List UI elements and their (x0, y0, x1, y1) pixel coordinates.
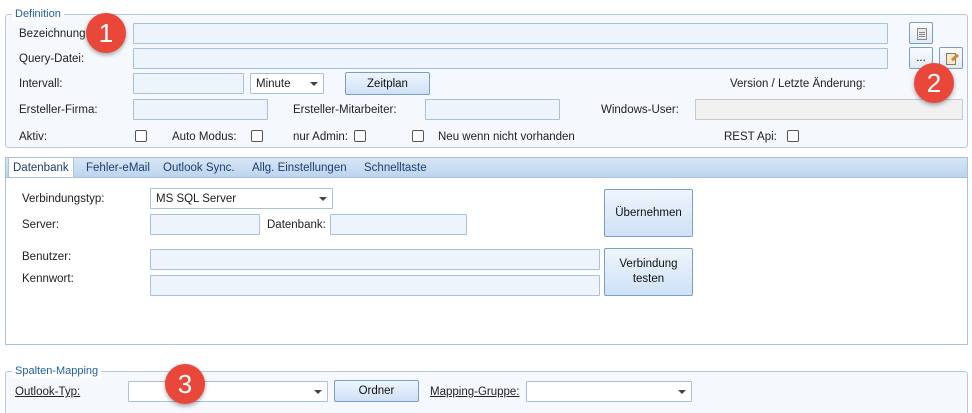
chevron-down-icon (310, 82, 318, 86)
zeitplan-button[interactable]: Zeitplan (345, 72, 430, 95)
benutzer-field[interactable] (150, 249, 600, 270)
windows-user-input (696, 100, 962, 119)
chevron-down-icon (319, 197, 327, 201)
tab-datenbank[interactable]: Datenbank (8, 157, 74, 179)
tab-strip: Datenbank Fehler-eMail Outlook Sync. All… (5, 157, 968, 179)
callout-badge-2: 2 (914, 63, 954, 103)
verbindung-testen-label: Verbindung testen (619, 258, 678, 285)
verbindungstyp-select[interactable]: MS SQL Server (150, 188, 333, 209)
verbindungstyp-label: Verbindungstyp: (22, 193, 105, 205)
aktiv-checkbox[interactable] (135, 130, 147, 142)
ersteller-mitarbeiter-field[interactable] (425, 99, 560, 120)
ersteller-mitarbeiter-input[interactable] (426, 100, 559, 119)
edit-document-icon (946, 53, 956, 65)
datenbank-input[interactable] (331, 215, 466, 234)
intervall-input[interactable] (134, 74, 243, 93)
tab-outlook-sync[interactable]: Outlook Sync. (159, 158, 239, 179)
spalten-mapping-group-title: Spalten-Mapping (12, 364, 102, 378)
aktiv-label: Aktiv: (19, 131, 48, 143)
kennwort-input[interactable] (151, 276, 599, 295)
nur-admin-label: nur Admin: (293, 131, 348, 143)
tab-schnelltaste[interactable]: Schnelltaste (360, 158, 431, 179)
datenbank-field[interactable] (330, 214, 467, 235)
outlook-typ-select[interactable] (128, 381, 328, 402)
auto-modus-label: Auto Modus: (172, 131, 237, 143)
server-field[interactable] (150, 214, 260, 235)
tab-allg-einstellungen[interactable]: Allg. Einstellungen (248, 158, 351, 179)
kennwort-field[interactable] (150, 275, 600, 296)
chevron-down-icon (678, 390, 686, 394)
rest-api-label: REST Api: (724, 131, 777, 143)
document-icon (917, 28, 927, 40)
nur-admin-checkbox[interactable] (354, 130, 366, 142)
outlook-typ-label: Outlook-Typ: (15, 386, 81, 398)
neu-wenn-nicht-vorhanden-checkbox[interactable] (412, 130, 424, 142)
callout-badge-3: 3 (165, 364, 205, 404)
ersteller-firma-field[interactable] (133, 99, 268, 120)
rest-api-checkbox[interactable] (787, 130, 799, 142)
bezeichnung-input[interactable] (134, 24, 887, 43)
benutzer-label: Benutzer: (22, 251, 72, 263)
benutzer-input[interactable] (151, 250, 599, 269)
ersteller-firma-input[interactable] (134, 100, 267, 119)
ersteller-firma-label: Ersteller-Firma: (19, 104, 98, 116)
intervall-label: Intervall: (19, 78, 63, 90)
datenbank-label: Datenbank: (267, 219, 326, 231)
intervall-field[interactable] (133, 73, 244, 94)
verbindungstyp-value: MS SQL Server (156, 193, 237, 205)
definition-group-title: Definition (12, 7, 64, 21)
server-input[interactable] (151, 215, 259, 234)
bezeichnung-field[interactable] (133, 23, 888, 44)
query-datei-field[interactable] (133, 48, 888, 69)
chevron-down-icon (314, 390, 322, 394)
ersteller-mitarbeiter-label: Ersteller-Mitarbeiter: (293, 104, 397, 116)
windows-user-label: Windows-User: (601, 104, 679, 116)
mapping-gruppe-label: Mapping-Gruppe: (430, 386, 520, 398)
kennwort-label: Kennwort: (22, 273, 74, 285)
callout-badge-1: 1 (86, 13, 126, 53)
mapping-gruppe-select[interactable] (526, 381, 692, 402)
bezeichnung-label: Bezeichnung: (19, 28, 89, 40)
intervall-unit-select[interactable]: Minute (250, 73, 324, 94)
neu-wenn-nicht-vorhanden-label: Neu wenn nicht vorhanden (438, 131, 575, 143)
server-label: Server: (22, 219, 60, 231)
document-button[interactable] (909, 22, 933, 44)
verbindung-testen-button[interactable]: Verbindung testen (604, 248, 693, 296)
query-datei-label: Query-Datei: (19, 53, 85, 65)
version-label: Version / Letzte Änderung: (730, 78, 866, 90)
uebernehmen-button[interactable]: Übernehmen (604, 189, 693, 237)
auto-modus-checkbox[interactable] (251, 130, 263, 142)
tab-fehler-email[interactable]: Fehler-eMail (82, 158, 154, 179)
query-datei-input[interactable] (134, 49, 887, 68)
ordner-button[interactable]: Ordner (334, 380, 419, 402)
intervall-unit-value: Minute (256, 78, 291, 90)
windows-user-field (695, 99, 963, 120)
